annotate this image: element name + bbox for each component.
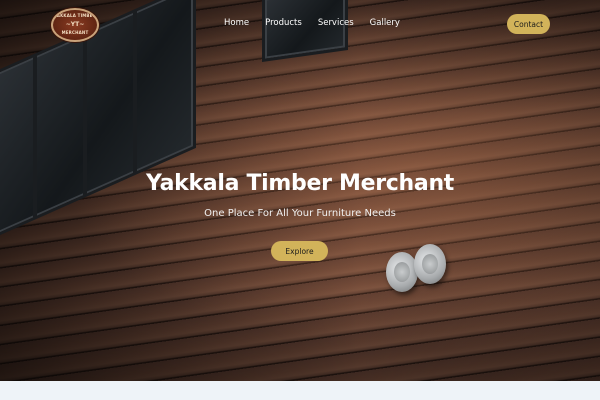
- nav-link-services[interactable]: Services: [318, 18, 354, 28]
- logo-text-bottom: MERCHANT: [61, 30, 89, 35]
- wall-lamp-left: [386, 252, 418, 292]
- building-window-small: [262, 0, 348, 63]
- hero-tagline: One Place For All Your Furniture Needs: [204, 208, 396, 219]
- nav-link-products[interactable]: Products: [265, 18, 302, 28]
- hero-title: Yakkala Timber Merchant: [145, 171, 455, 196]
- logo-text-mid: ~YT~: [65, 21, 85, 28]
- wall-lamp-right: [414, 244, 446, 284]
- nav-link-gallery[interactable]: Gallery: [370, 18, 400, 28]
- contact-button[interactable]: Contact: [507, 14, 550, 34]
- next-section-strip: [0, 381, 600, 400]
- hero-section: YAKKALA TIMBER ~YT~ MERCHANT Home Produc…: [0, 0, 600, 381]
- main-nav: Home Products Services Gallery: [224, 18, 416, 28]
- nav-link-home[interactable]: Home: [224, 18, 249, 28]
- window-mullion: [133, 11, 137, 173]
- logo-text-top: YAKKALA TIMBER: [54, 13, 96, 18]
- explore-button[interactable]: Explore: [271, 241, 328, 261]
- site-logo[interactable]: YAKKALA TIMBER ~YT~ MERCHANT: [51, 8, 99, 42]
